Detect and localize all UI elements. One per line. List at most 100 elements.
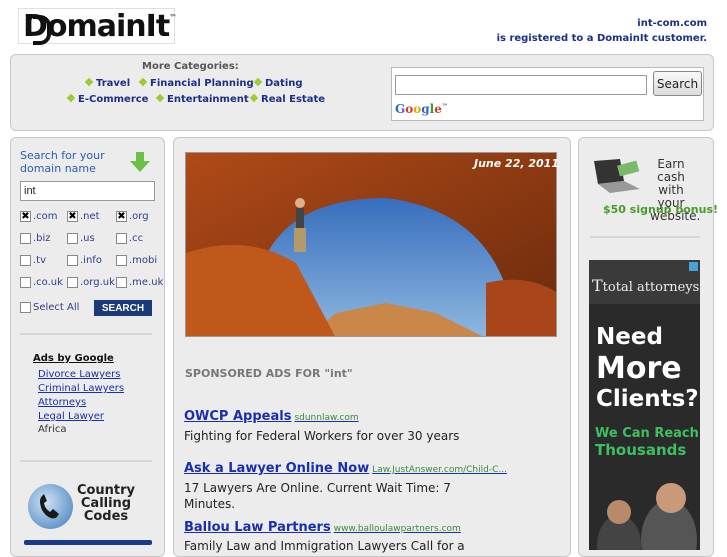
registration-notice: int-com.com is registered to a DomainIt … bbox=[497, 16, 707, 46]
checkbox-box bbox=[67, 233, 78, 244]
arch-photo bbox=[185, 152, 557, 337]
select-all-checkbox[interactable]: Select All bbox=[20, 302, 79, 313]
ad-link-attorneys[interactable]: Attorneys bbox=[38, 397, 86, 408]
laptop-cash-icon[interactable] bbox=[590, 157, 644, 195]
ad-link-divorce-lawyers[interactable]: Divorce Lawyers bbox=[38, 369, 121, 380]
more-categories-heading: More Categories: bbox=[142, 61, 239, 72]
checkbox-box bbox=[116, 277, 127, 288]
banner-brand-mark: T bbox=[592, 276, 603, 295]
down-arrow-icon bbox=[129, 151, 151, 173]
category-e-commerce[interactable]: E-Commerce bbox=[68, 94, 148, 105]
tld-label: .org bbox=[129, 211, 149, 222]
checkbox-box bbox=[20, 233, 31, 244]
ad-link-legal-lawyer[interactable]: Legal Lawyer bbox=[38, 411, 104, 422]
banner-line3: Clients? bbox=[596, 386, 699, 412]
domain-search-heading: Search for your domain name bbox=[20, 149, 105, 175]
divider bbox=[20, 460, 152, 462]
google-search-button[interactable]: Search bbox=[653, 71, 702, 96]
sponsored-ad-title[interactable]: OWCP Appeals sdunnlaw.com bbox=[184, 409, 359, 424]
tld-label: .mobi bbox=[129, 255, 158, 266]
banner-reach: We Can Reach Thousands bbox=[595, 425, 699, 459]
ad-link-africa[interactable]: Africa bbox=[38, 424, 67, 435]
adchoices-icon[interactable] bbox=[689, 262, 698, 271]
banner-headline: Need More Clients? bbox=[596, 322, 699, 415]
google-search-input[interactable] bbox=[395, 75, 647, 95]
sponsored-ad-title[interactable]: Ballou Law Partners www.balloulawpartners… bbox=[184, 520, 461, 535]
ad-url: sdunnlaw.com bbox=[294, 413, 359, 423]
checkbox-box bbox=[67, 277, 78, 288]
sponsored-ads-heading: SPONSORED ADS FOR "int" bbox=[185, 367, 353, 380]
tld-mobi-checkbox[interactable]: .mobi bbox=[116, 255, 157, 266]
registered-text: is registered to a DomainIt customer. bbox=[496, 33, 707, 44]
ad-url: www.balloulawpartners.com bbox=[333, 524, 461, 534]
tld-us-checkbox[interactable]: .us bbox=[67, 233, 95, 244]
domain-search-heading-line1: Search for your bbox=[20, 149, 105, 162]
tld-label: .tv bbox=[33, 255, 47, 266]
banner-brand: Ttotal attorneys bbox=[592, 276, 699, 295]
tld-org-uk-checkbox[interactable]: .org.uk bbox=[67, 277, 115, 288]
google-logo: Google™ bbox=[395, 102, 448, 116]
tld-net-checkbox[interactable]: ✖ .net bbox=[67, 211, 100, 222]
arch-photo-image bbox=[186, 153, 556, 336]
tld-co-uk-checkbox[interactable]: .co.uk bbox=[20, 277, 63, 288]
photo-date: June 22, 2011 bbox=[474, 157, 559, 170]
checkbox-box bbox=[116, 233, 127, 244]
tld-cc-checkbox[interactable]: .cc bbox=[116, 233, 143, 244]
category-dating[interactable]: Dating bbox=[255, 78, 303, 89]
tld-biz-checkbox[interactable]: .biz bbox=[20, 233, 51, 244]
tld-label: .org.uk bbox=[80, 277, 115, 288]
tld-label: .biz bbox=[33, 233, 51, 244]
banner-line2: More bbox=[596, 351, 682, 386]
tld-label: .me.uk bbox=[129, 277, 164, 288]
ad-title-text: Ballou Law Partners bbox=[184, 520, 331, 535]
tld-label: .net bbox=[80, 211, 100, 222]
checkbox-checked-icon: ✖ bbox=[20, 210, 31, 222]
tld-info-checkbox[interactable]: .info bbox=[67, 255, 102, 266]
domain-search-button[interactable]: SEARCH bbox=[94, 300, 152, 316]
tld-label: .com bbox=[33, 211, 58, 222]
sponsored-ad-title[interactable]: Ask a Lawyer Online Now Law.JustAnswer.co… bbox=[184, 461, 507, 476]
banner-brand-text: total attorneys bbox=[602, 280, 700, 295]
category-real-estate[interactable]: Real Estate bbox=[251, 94, 325, 105]
tld-label: .info bbox=[80, 255, 102, 266]
sponsored-ad-description: Family Law and Immigration Lawyers Call … bbox=[184, 539, 465, 553]
ad-title-text: OWCP Appeals bbox=[184, 409, 292, 424]
domain-search-heading-line2: domain name bbox=[20, 162, 96, 175]
sponsored-ad-description: 17 Lawyers Are Online. Current Wait Time… bbox=[184, 481, 451, 511]
tld-me-uk-checkbox[interactable]: .me.uk bbox=[116, 277, 163, 288]
phone-icon[interactable] bbox=[28, 484, 73, 529]
tld-label: .cc bbox=[129, 233, 144, 244]
checkbox-box bbox=[20, 277, 31, 288]
google-logo-tm: ™ bbox=[441, 103, 448, 110]
tld-org-checkbox[interactable]: ✖ .org bbox=[116, 211, 149, 222]
country-calling-codes-text[interactable]: Country Calling Codes bbox=[76, 484, 136, 523]
category-entertainment[interactable]: Entertainment bbox=[157, 94, 249, 105]
ad-title-text: Ask a Lawyer Online Now bbox=[184, 461, 370, 476]
select-all-label: Select All bbox=[33, 302, 80, 313]
checkbox-box bbox=[20, 302, 31, 313]
ads-by-google-heading[interactable]: Ads by Google bbox=[33, 353, 114, 364]
tld-tv-checkbox[interactable]: .tv bbox=[20, 255, 46, 266]
checkbox-box bbox=[67, 255, 78, 266]
ad-url: Law.JustAnswer.com/Child-C... bbox=[372, 465, 507, 475]
domainit-logo[interactable]: DomainIt ™ bbox=[18, 8, 177, 45]
divider bbox=[20, 333, 152, 335]
tld-label: .us bbox=[80, 233, 95, 244]
ad-link-criminal-lawyers[interactable]: Criminal Lawyers bbox=[38, 383, 124, 394]
checkbox-checked-icon: ✖ bbox=[67, 210, 78, 222]
country-codes-bar bbox=[24, 540, 152, 545]
banner-line1: Need bbox=[596, 324, 663, 350]
tld-label: .co.uk bbox=[33, 277, 63, 288]
registered-domain: int-com.com bbox=[637, 18, 707, 29]
checkbox-box bbox=[116, 255, 127, 266]
banner-reach-line2: Thousands bbox=[595, 441, 687, 459]
banner-reach-line1: We Can Reach bbox=[595, 426, 699, 441]
signup-bonus-text[interactable]: $50 signup bonus! bbox=[603, 203, 718, 216]
checkbox-box bbox=[20, 255, 31, 266]
divider bbox=[590, 236, 700, 238]
category-travel[interactable]: Travel bbox=[86, 78, 130, 89]
domain-search-input[interactable] bbox=[20, 181, 155, 201]
sponsored-ad-description: Fighting for Federal Workers for over 30… bbox=[184, 429, 460, 443]
tld-com-checkbox[interactable]: ✖ .com bbox=[20, 211, 58, 222]
category-financial-planning[interactable]: Financial Planning bbox=[140, 78, 254, 89]
